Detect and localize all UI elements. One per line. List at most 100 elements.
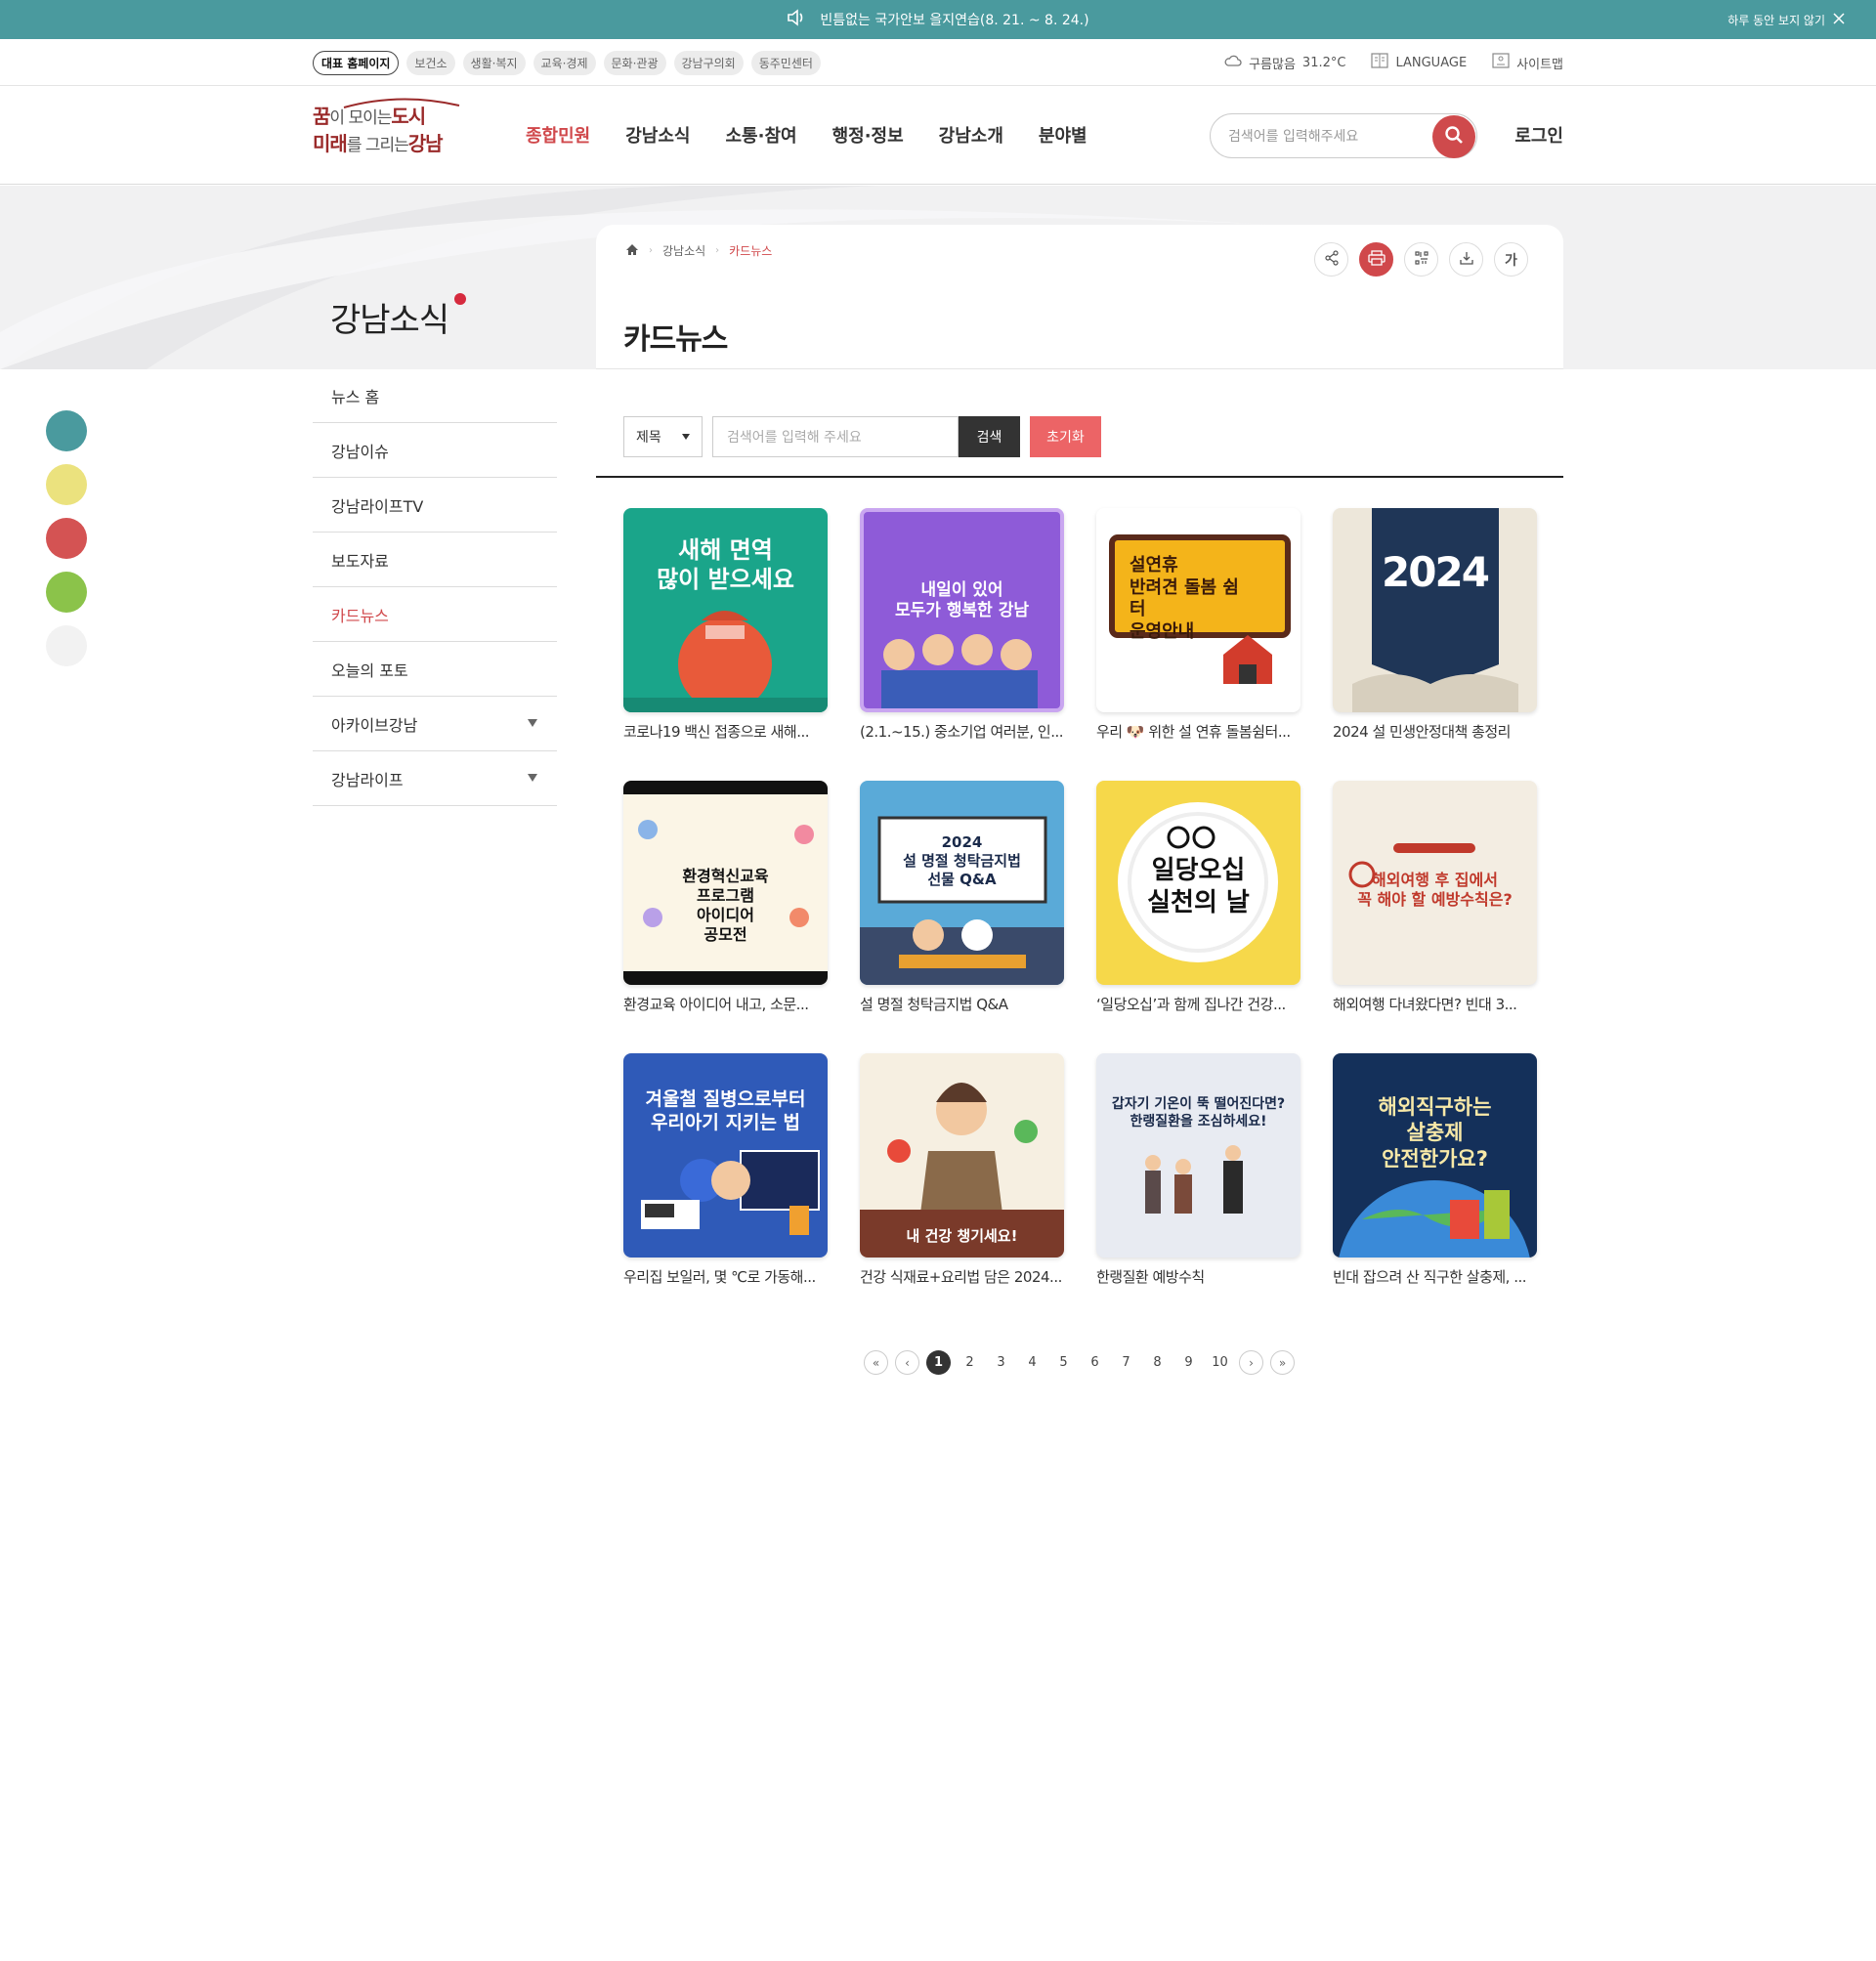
- page-button[interactable]: 8: [1145, 1350, 1170, 1375]
- page-button[interactable]: 9: [1176, 1350, 1201, 1375]
- side-nav-label: 아카이브강남: [331, 715, 418, 735]
- card-item[interactable]: 새해 면역 많이 받으세요 코로나19 백신 접종으로 새해...: [623, 508, 828, 781]
- home-icon[interactable]: [625, 243, 639, 259]
- card-caption[interactable]: 환경교육 아이디어 내고, 소문...: [623, 994, 828, 1014]
- search-field-select[interactable]: 제목: [623, 416, 703, 457]
- site-link-education[interactable]: 교육·경제: [533, 50, 596, 75]
- prev-page-button[interactable]: ‹: [895, 1350, 919, 1375]
- notice-message[interactable]: 빈틈없는 국가안보 을지연습(8. 21. ~ 8. 24.): [820, 10, 1088, 29]
- page-button[interactable]: 1: [926, 1350, 951, 1375]
- card-thumbnail[interactable]: 새해 면역 많이 받으세요: [623, 508, 828, 712]
- card-caption[interactable]: ‘일당오십’과 함께 집나간 건강...: [1096, 994, 1300, 1014]
- qr-code-button[interactable]: [1404, 242, 1438, 277]
- side-nav-item-life[interactable]: 강남라이프: [313, 751, 557, 806]
- next-page-button[interactable]: ›: [1239, 1350, 1263, 1375]
- card-thumbnail[interactable]: 2024 설 명절 청탁금지법 선물 Q&A: [860, 781, 1064, 985]
- side-nav-item-card-news[interactable]: 카드뉴스: [313, 587, 557, 642]
- theme-color-yellow[interactable]: [46, 464, 87, 505]
- thumbnail-text: 겨울철 질병으로부터 우리아기 지키는 법: [645, 1088, 806, 1133]
- nav-item-participation[interactable]: 소통·참여: [726, 122, 797, 148]
- card-item[interactable]: 해외직구하는 살충제 안전한가요? 빈대 잡으려 산 직구한 살충제, ...: [1333, 1053, 1537, 1326]
- side-nav-item-photo[interactable]: 오늘의 포토: [313, 642, 557, 697]
- card-caption[interactable]: (2.1.~15.) 중소기업 여러분, 인...: [860, 721, 1064, 742]
- card-thumbnail[interactable]: 환경혁신교육 프로그램 아이디어 공모전: [623, 781, 828, 985]
- card-thumbnail[interactable]: 내 건강 챙기세요!: [860, 1053, 1064, 1258]
- site-link-culture[interactable]: 문화·관광: [603, 50, 666, 75]
- theme-color-red[interactable]: [46, 518, 87, 559]
- share-button[interactable]: [1314, 242, 1348, 277]
- card-caption[interactable]: 코로나19 백신 접종으로 새해...: [623, 721, 828, 742]
- card-thumbnail[interactable]: 설연휴 반려견 돌봄 쉼터 운영안내: [1096, 508, 1300, 712]
- side-nav-item-press[interactable]: 보도자료: [313, 533, 557, 587]
- card-item[interactable]: 설연휴 반려견 돌봄 쉼터 운영안내 우리 🐶 위한 설 연휴 돌봄쉼터...: [1096, 508, 1300, 781]
- card-item[interactable]: 환경혁신교육 프로그램 아이디어 공모전 환경교육 아이디어 내고, 소문...: [623, 781, 828, 1053]
- nav-item-administration[interactable]: 행정·정보: [832, 122, 904, 148]
- theme-color-green[interactable]: [46, 572, 87, 613]
- card-item[interactable]: 겨울철 질병으로부터 우리아기 지키는 법 우리집 보일러, 몇 ℃로 가동해.…: [623, 1053, 828, 1326]
- notice-close-button[interactable]: 하루 동안 보지 않기: [1727, 0, 1845, 39]
- site-link-health[interactable]: 보건소: [406, 50, 455, 75]
- page-button[interactable]: 3: [989, 1350, 1013, 1375]
- card-thumbnail[interactable]: 갑자기 기온이 뚝 떨어진다면? 한랭질환을 조심하세요!: [1096, 1053, 1300, 1258]
- card-caption[interactable]: 우리 🐶 위한 설 연휴 돌봄쉼터...: [1096, 721, 1300, 742]
- card-item[interactable]: 해외여행 후 집에서 꼭 해야 할 예방수칙은? 해외여행 다녀왔다면? 빈대 …: [1333, 781, 1537, 1053]
- card-caption[interactable]: 해외여행 다녀왔다면? 빈대 3...: [1333, 994, 1537, 1014]
- card-caption[interactable]: 한랭질환 예방수칙: [1096, 1266, 1300, 1287]
- first-page-button[interactable]: «: [864, 1350, 888, 1375]
- card-item[interactable]: 내일이 있어 모두가 행복한 강남 (2.1.~15.) 중소기업 여러분, 인…: [860, 508, 1064, 781]
- card-thumbnail[interactable]: 겨울철 질병으로부터 우리아기 지키는 법: [623, 1053, 828, 1258]
- side-nav-item-news-home[interactable]: 뉴스 홈: [313, 368, 557, 423]
- card-item[interactable]: 내 건강 챙기세요! 건강 식재료+요리법 담은 2024...: [860, 1053, 1064, 1326]
- header-search-button[interactable]: [1432, 115, 1475, 158]
- site-link-community-center[interactable]: 동주민센터: [750, 50, 821, 75]
- card-item[interactable]: 일당오십 실천의 날 ‘일당오십’과 함께 집나간 건강...: [1096, 781, 1300, 1053]
- side-nav-item-issue[interactable]: 강남이슈: [313, 423, 557, 478]
- nav-item-about[interactable]: 강남소개: [939, 122, 1003, 148]
- logo[interactable]: 꿈이 모이는도시 미래를 그리는강남: [313, 98, 460, 162]
- site-link-welfare[interactable]: 생활·복지: [462, 50, 526, 75]
- reset-button[interactable]: 초기화: [1030, 416, 1101, 457]
- nav-item-by-field[interactable]: 분야별: [1039, 122, 1087, 148]
- card-thumbnail[interactable]: 내일이 있어 모두가 행복한 강남: [860, 508, 1064, 712]
- card-caption[interactable]: 2024 설 민생안정대책 총정리: [1333, 721, 1537, 742]
- notice-message-wrap[interactable]: 빈틈없는 국가안보 을지연습(8. 21. ~ 8. 24.): [0, 0, 1876, 39]
- sitemap-button[interactable]: 사이트맵: [1492, 53, 1563, 72]
- nav-item-civil-service[interactable]: 종합민원: [526, 122, 590, 148]
- print-button[interactable]: [1359, 242, 1393, 277]
- card-caption[interactable]: 건강 식재료+요리법 담은 2024...: [860, 1266, 1064, 1287]
- card-caption[interactable]: 설 명절 청탁금지법 Q&A: [860, 994, 1064, 1014]
- login-link[interactable]: 로그인: [1514, 86, 1563, 184]
- page-tools: 가: [1314, 242, 1528, 277]
- card-item[interactable]: 2024 2024 설 민생안정대책 총정리: [1333, 508, 1537, 781]
- card-thumbnail[interactable]: 일당오십 실천의 날: [1096, 781, 1300, 985]
- side-nav-item-archive[interactable]: 아카이브강남: [313, 697, 557, 751]
- page-button[interactable]: 10: [1208, 1350, 1232, 1375]
- card-thumbnail[interactable]: 해외여행 후 집에서 꼭 해야 할 예방수칙은?: [1333, 781, 1537, 985]
- keyword-input[interactable]: 검색어를 입력해 주세요: [712, 416, 959, 457]
- card-thumbnail[interactable]: 해외직구하는 살충제 안전한가요?: [1333, 1053, 1537, 1258]
- last-page-button[interactable]: »: [1270, 1350, 1295, 1375]
- search-button[interactable]: 검색: [959, 416, 1020, 457]
- theme-color-white[interactable]: [46, 625, 87, 666]
- download-button[interactable]: [1449, 242, 1483, 277]
- language-button[interactable]: LANGUAGE: [1371, 53, 1467, 72]
- font-size-button[interactable]: 가: [1494, 242, 1528, 277]
- breadcrumb-level2[interactable]: 카드뉴스: [729, 242, 772, 259]
- theme-color-teal[interactable]: [46, 410, 87, 451]
- card-item[interactable]: 2024 설 명절 청탁금지법 선물 Q&A 설 명절 청탁금지법 Q&A: [860, 781, 1064, 1053]
- site-link-council[interactable]: 강남구의회: [673, 50, 744, 75]
- page-button[interactable]: 2: [958, 1350, 982, 1375]
- keyword-placeholder: 검색어를 입력해 주세요: [727, 430, 862, 446]
- site-link-main[interactable]: 대표 홈페이지: [313, 50, 400, 75]
- page-button[interactable]: 4: [1020, 1350, 1045, 1375]
- page-button[interactable]: 7: [1114, 1350, 1138, 1375]
- card-thumbnail[interactable]: 2024: [1333, 508, 1537, 712]
- nav-item-news[interactable]: 강남소식: [625, 122, 690, 148]
- card-item[interactable]: 갑자기 기온이 뚝 떨어진다면? 한랭질환을 조심하세요! 한랭질환 예방수칙: [1096, 1053, 1300, 1326]
- page-button[interactable]: 5: [1051, 1350, 1076, 1375]
- card-caption[interactable]: 우리집 보일러, 몇 ℃로 가동해...: [623, 1266, 828, 1287]
- breadcrumb-level1[interactable]: 강남소식: [662, 242, 705, 259]
- card-caption[interactable]: 빈대 잡으려 산 직구한 살충제, ...: [1333, 1266, 1537, 1287]
- page-button[interactable]: 6: [1083, 1350, 1107, 1375]
- side-nav-item-life-tv[interactable]: 강남라이프TV: [313, 478, 557, 533]
